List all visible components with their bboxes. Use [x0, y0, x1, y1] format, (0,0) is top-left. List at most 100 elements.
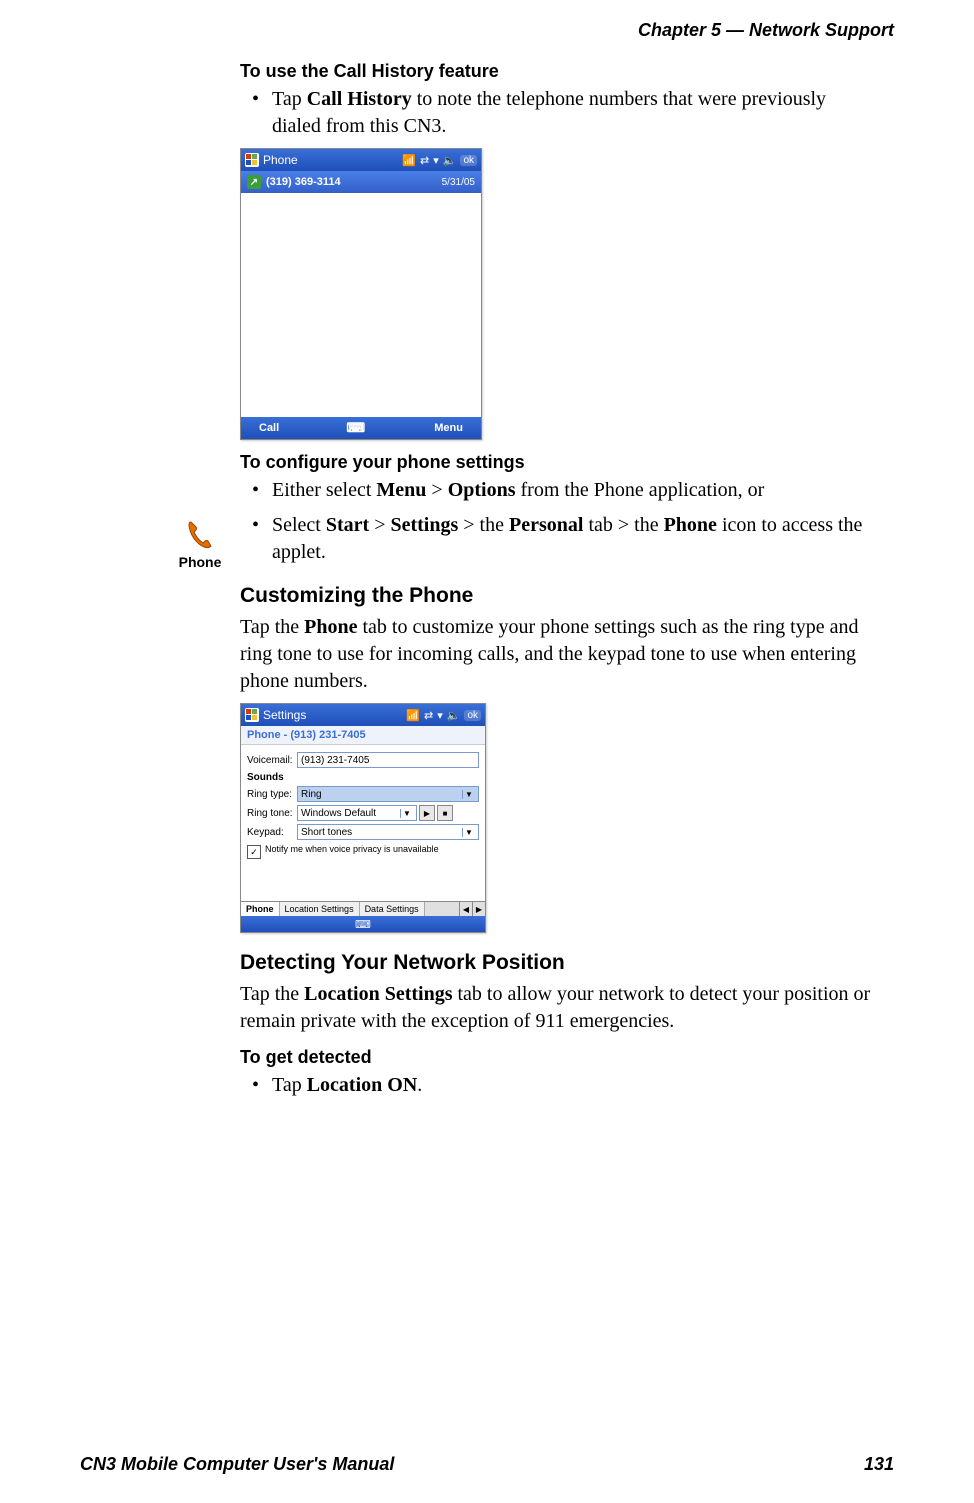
bold: Phone [304, 616, 357, 638]
settings-subtitle: Phone - (913) 231-7405 [241, 726, 485, 745]
tab-scroll-right[interactable]: ▶ [472, 902, 485, 916]
antenna-icon: ▾ [433, 154, 439, 167]
select-value: Short tones [301, 827, 352, 838]
text: Tap the [240, 616, 304, 638]
settings-form: Voicemail: (913) 231-7405 Sounds Ring ty… [241, 745, 485, 901]
call-entry-row[interactable]: ↗ (319) 369-3114 5/31/05 [241, 171, 481, 193]
text: > [369, 514, 390, 536]
bold: Start [326, 514, 369, 536]
bold: Menu [376, 479, 426, 501]
bullet-dot: • [252, 86, 272, 140]
bullet-start-settings: • Select Start > Settings > the Personal… [252, 512, 874, 566]
bullet-dot: • [252, 512, 272, 566]
volume-icon: 🔈 [447, 709, 461, 722]
titlebar-title: Phone [263, 153, 298, 167]
softkey-call[interactable]: Call [259, 422, 279, 434]
bold: Settings [390, 514, 458, 536]
para-network-position: Tap the Location Settings tab to allow y… [240, 981, 874, 1035]
privacy-checkbox[interactable]: ✓ [247, 845, 261, 859]
privacy-checkbox-label: Notify me when voice privacy is unavaila… [265, 845, 439, 855]
dropdown-icon: ▼ [462, 790, 475, 799]
heading-network-position: Detecting Your Network Position [240, 951, 874, 975]
sip-icon[interactable]: ⌨ [346, 420, 367, 436]
voicemail-label: Voicemail: [247, 755, 297, 766]
connectivity-icon: ⇄ [420, 154, 429, 167]
voicemail-input[interactable]: (913) 231-7405 [297, 752, 479, 768]
ringtone-label: Ring tone: [247, 808, 297, 819]
signal-icon: 📶 [402, 154, 416, 167]
bullet-menu-options: • Either select Menu > Options from the … [252, 477, 874, 504]
phone-icon-label: Phone [170, 554, 230, 570]
bold: Personal [509, 514, 583, 536]
antenna-icon: ▾ [437, 709, 443, 722]
sounds-section-label: Sounds [247, 772, 479, 783]
stop-button[interactable]: ■ [437, 805, 453, 821]
signal-icon: 📶 [406, 709, 420, 722]
tab-strip: Phone Location Settings Data Settings ◀ … [241, 901, 485, 916]
text: tab > the [583, 514, 663, 536]
screenshot-phone-settings: Settings 📶 ⇄ ▾ 🔈 ok Phone - (913) 231-74… [240, 703, 486, 933]
para-customizing: Tap the Phone tab to customize your phon… [240, 614, 874, 695]
call-date: 5/31/05 [442, 177, 475, 188]
text: Tap [272, 88, 307, 110]
bold: Call History [307, 88, 412, 110]
chapter-header: Chapter 5 — Network Support [80, 20, 894, 41]
text: > [426, 479, 447, 501]
bold: Location Settings [304, 983, 452, 1005]
text: . [417, 1074, 422, 1096]
softkey-menu[interactable]: Menu [434, 422, 463, 434]
select-value: Ring [301, 789, 322, 800]
ringtone-select[interactable]: Windows Default ▼ [297, 805, 417, 821]
text: > the [458, 514, 509, 536]
text: Either select [272, 479, 376, 501]
play-button[interactable]: ▶ [419, 805, 435, 821]
tab-data-settings[interactable]: Data Settings [360, 902, 425, 916]
bold: Phone [664, 514, 717, 536]
dropdown-icon: ▼ [400, 809, 413, 818]
start-icon [245, 153, 259, 167]
text: Tap the [240, 983, 304, 1005]
dropdown-icon: ▼ [462, 828, 475, 837]
heading-call-history: To use the Call History feature [240, 61, 874, 82]
ok-button[interactable]: ok [460, 155, 477, 166]
bullet-text: Either select Menu > Options from the Ph… [272, 477, 764, 504]
titlebar: Settings 📶 ⇄ ▾ 🔈 ok [241, 704, 485, 726]
text: from the Phone application, or [516, 479, 765, 501]
bullet-call-history: • Tap Call History to note the telephone… [252, 86, 874, 140]
keypad-label: Keypad: [247, 827, 297, 838]
titlebar: Phone 📶 ⇄ ▾ 🔈 ok [241, 149, 481, 171]
keypad-select[interactable]: Short tones ▼ [297, 824, 479, 840]
select-value: Windows Default [301, 808, 376, 819]
tab-location-settings[interactable]: Location Settings [280, 902, 360, 916]
volume-icon: 🔈 [443, 154, 457, 167]
ok-button[interactable]: ok [464, 710, 481, 721]
connectivity-icon: ⇄ [424, 709, 433, 722]
text: Tap [272, 1074, 307, 1096]
ringtype-select[interactable]: Ring ▼ [297, 786, 479, 802]
bullet-dot: • [252, 477, 272, 504]
softkey-bar: Call ⌨ Menu [241, 417, 481, 439]
history-list-body [241, 193, 481, 417]
bullet-text: Tap Location ON. [272, 1072, 422, 1099]
footer-manual-title: CN3 Mobile Computer User's Manual [80, 1454, 394, 1475]
text: Select [272, 514, 326, 536]
bold: Location ON [307, 1074, 418, 1096]
heading-customizing-phone: Customizing the Phone [240, 584, 874, 608]
phone-icon [183, 518, 217, 552]
start-icon [245, 708, 259, 722]
call-number: (319) 369-3114 [266, 176, 341, 188]
bullet-text: Select Start > Settings > the Personal t… [272, 512, 874, 566]
sip-bar[interactable]: ⌨ [241, 916, 485, 932]
bullet-location-on: • Tap Location ON. [252, 1072, 874, 1099]
bullet-dot: • [252, 1072, 272, 1099]
ringtype-label: Ring type: [247, 789, 297, 800]
phone-applet-icon: Phone [170, 518, 230, 570]
tab-scroll-left[interactable]: ◀ [459, 902, 472, 916]
tab-phone[interactable]: Phone [241, 902, 280, 916]
titlebar-title: Settings [263, 708, 306, 722]
outgoing-call-icon: ↗ [247, 175, 261, 189]
footer-page-number: 131 [864, 1454, 894, 1475]
screenshot-phone-history: Phone 📶 ⇄ ▾ 🔈 ok ↗ (319) 369-3114 5/31/0… [240, 148, 482, 440]
bold: Options [448, 479, 516, 501]
heading-configure-settings: To configure your phone settings [240, 452, 874, 473]
